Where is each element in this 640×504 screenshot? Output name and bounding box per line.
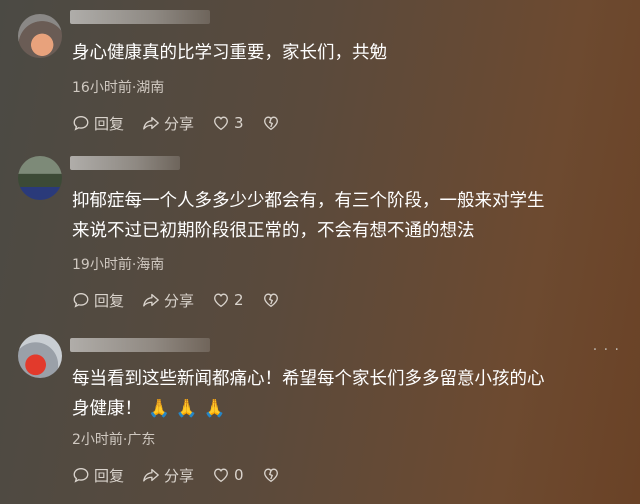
like-count: 2 — [234, 291, 244, 309]
share-label: 分享 — [164, 466, 195, 485]
heart-icon — [214, 293, 229, 308]
comment-text-line: 来说不过已初期阶段很正常的，不会有想不通的想法 — [72, 221, 475, 241]
avatar[interactable] — [18, 334, 62, 378]
heart-icon — [214, 116, 229, 131]
reply-label: 回复 — [94, 114, 125, 133]
comment-actions: 回复 分享 2 — [72, 290, 302, 310]
reply-icon — [73, 116, 89, 131]
comment-text-line: 身心健康真的比学习重要，家长们，共勉 — [72, 43, 387, 63]
reply-label: 回复 — [94, 466, 125, 485]
share-button[interactable]: 分享 — [142, 465, 194, 486]
reply-icon — [73, 293, 89, 308]
share-icon — [143, 116, 159, 130]
pray-emoji-icon: 🙏 — [175, 399, 198, 419]
more-dots-icon[interactable]: · · · — [593, 342, 620, 358]
share-button[interactable]: 分享 — [142, 113, 194, 134]
username-blurred[interactable] — [70, 156, 180, 170]
reply-label: 回复 — [94, 291, 125, 310]
share-label: 分享 — [164, 114, 195, 133]
username-blurred[interactable] — [70, 338, 210, 352]
comment-text-line: 每当看到这些新闻都痛心！希望每个家长们多多留意小孩的心 — [72, 369, 545, 389]
comment-actions: 回复 分享 3 — [72, 113, 302, 133]
broken-heart-icon — [263, 116, 278, 131]
comment-text-line-with-emoji: 身健康！ 🙏 🙏 🙏 — [72, 394, 545, 424]
broken-heart-icon — [263, 293, 278, 308]
like-button[interactable]: 3 — [212, 114, 244, 132]
comment-text: 身心健康真的比学习重要，家长们，共勉 — [72, 38, 387, 68]
share-icon — [143, 468, 159, 482]
heart-icon — [214, 468, 229, 483]
reply-button[interactable]: 回复 — [72, 465, 124, 486]
reply-button[interactable]: 回复 — [72, 113, 124, 134]
comment-text: 每当看到这些新闻都痛心！希望每个家长们多多留意小孩的心 身健康！ 🙏 🙏 🙏 — [72, 364, 545, 424]
dislike-button[interactable] — [262, 114, 284, 132]
comment-text-line: 抑郁症每一个人多多少少都会有，有三个阶段，一般来对学生 — [72, 191, 545, 211]
comment-meta: 2小时前·广东 — [72, 432, 156, 448]
reply-button[interactable]: 回复 — [72, 290, 124, 311]
dislike-button[interactable] — [262, 291, 284, 309]
like-count: 3 — [234, 114, 244, 132]
like-button[interactable]: 2 — [212, 291, 244, 309]
comment-meta: 16小时前·湖南 — [72, 80, 165, 96]
like-count: 0 — [234, 466, 244, 484]
comment-text-line: 身健康！ — [72, 399, 142, 419]
pray-emoji-icon: 🙏 — [203, 399, 226, 419]
avatar[interactable] — [18, 14, 62, 58]
share-button[interactable]: 分享 — [142, 290, 194, 311]
comment-actions: 回复 分享 0 — [72, 465, 302, 485]
avatar[interactable] — [18, 156, 62, 200]
broken-heart-icon — [263, 468, 278, 483]
pray-emoji-icon: 🙏 — [148, 399, 170, 419]
share-label: 分享 — [164, 291, 195, 310]
username-blurred[interactable] — [70, 10, 210, 24]
like-button[interactable]: 0 — [212, 466, 244, 484]
comment-text: 抑郁症每一个人多多少少都会有，有三个阶段，一般来对学生 来说不过已初期阶段很正常… — [72, 186, 545, 246]
comment-meta: 19小时前·海南 — [72, 257, 165, 273]
reply-icon — [73, 468, 89, 483]
dislike-button[interactable] — [262, 466, 284, 484]
share-icon — [143, 293, 159, 307]
